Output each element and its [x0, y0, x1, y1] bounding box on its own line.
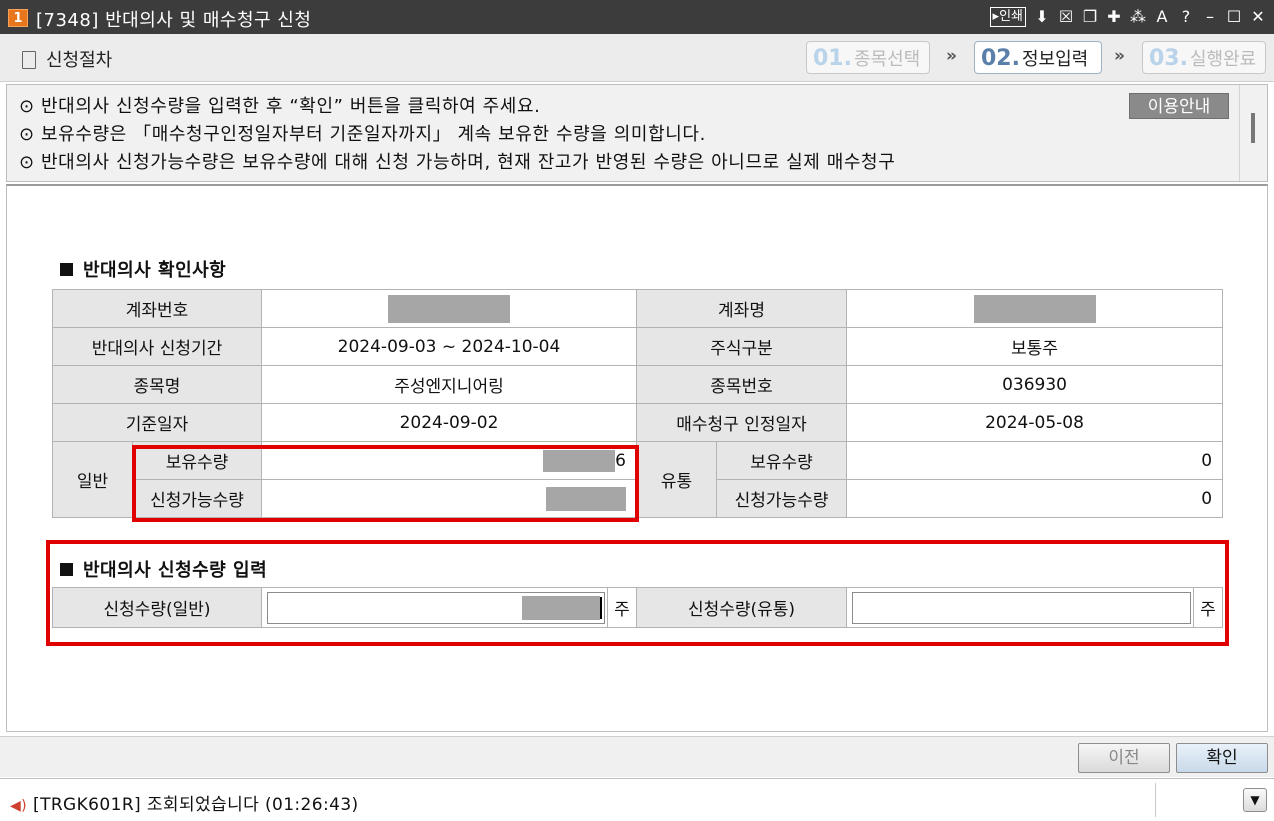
masked-value [973, 294, 1096, 323]
procedure-text: 신청절차 [46, 50, 113, 71]
settings-icon[interactable]: ⁂ [1130, 7, 1146, 27]
general-label: 일반 [52, 441, 133, 518]
circ-holding-label: 보유수량 [715, 441, 848, 480]
stock-type-value: 보통주 [846, 327, 1224, 366]
step-2-enter-info: 02. 정보입력 [974, 41, 1102, 74]
window-copy-icon[interactable]: ❐ [1082, 7, 1098, 27]
claim-date-value: 2024-05-08 [846, 403, 1224, 442]
speaker-icon: ◀) [10, 798, 28, 814]
base-date-value: 2024-09-02 [261, 403, 637, 442]
account-no-value [261, 289, 637, 328]
procedure-label: 신청절차 [22, 46, 112, 72]
notice-scrollbar[interactable] [1251, 113, 1255, 143]
step-bar: 신청절차 01. 종목선택 » 02. 정보입력 » 03. 실행완료 [0, 34, 1274, 82]
close-box-icon[interactable]: ☒ [1058, 7, 1074, 27]
circ-available-label: 신청가능수량 [715, 479, 848, 518]
window-number-badge: 1 [8, 9, 28, 27]
step-arrow-icon: » [946, 46, 957, 66]
step-3-complete: 03. 실행완료 [1142, 41, 1266, 74]
step-1-label: 종목선택 [853, 49, 921, 70]
step-2-number: 02. [981, 46, 1020, 71]
input-highlight-box [46, 540, 1229, 646]
notice-line: ⊙ 보유수량은 「매수청구인정일자부터 기준일자까지」 계속 보유한 수량을 의… [19, 124, 706, 145]
confirm-section-title-text: 반대의사 확인사항 [83, 260, 227, 281]
period-label: 반대의사 신청기간 [52, 327, 262, 366]
status-divider [1155, 783, 1156, 817]
title-bar: 1 [7348] 반대의사 및 매수청구 신청 ▸인쇄 ⬇ ☒ ❐ ✚ ⁂ A … [0, 0, 1274, 34]
download-icon[interactable]: ⬇ [1034, 7, 1050, 27]
item-name-value: 주성엔지니어링 [261, 365, 637, 404]
square-bullet-icon [60, 263, 73, 276]
close-icon[interactable]: ✕ [1250, 7, 1266, 27]
notice-line: ⊙ 반대의사 신청가능수량은 보유수량에 대해 신청 가능하며, 현재 잔고가 … [19, 152, 896, 173]
step-3-number: 03. [1149, 46, 1188, 71]
account-no-label: 계좌번호 [52, 289, 262, 328]
account-name-label: 계좌명 [635, 289, 848, 328]
claim-date-label: 매수청구 인정일자 [635, 403, 848, 442]
table-row: 종목명 주성엔지니어링 종목번호 036930 [52, 365, 1224, 404]
table-row: 반대의사 신청기간 2024-09-03 ~ 2024-10-04 주식구분 보… [52, 327, 1224, 366]
window-controls: ▸인쇄 ⬇ ☒ ❐ ✚ ⁂ A ? – ☐ ✕ [989, 7, 1266, 27]
account-name-value [846, 289, 1224, 328]
masked-value [388, 294, 510, 323]
step-2-label: 정보입력 [1021, 49, 1089, 70]
notice-panel: ⊙ 반대의사 신청수량을 입력한 후 “확인” 버튼을 클릭하여 주세요. ⊙ … [6, 84, 1268, 182]
item-code-value: 036930 [846, 365, 1224, 404]
prev-button[interactable]: 이전 [1078, 743, 1170, 773]
table-row: 계좌번호 계좌명 [52, 289, 1224, 328]
step-1-number: 01. [813, 46, 852, 71]
confirm-section-title: 반대의사 확인사항 [60, 256, 226, 282]
circ-holding-value: 0 [846, 441, 1224, 480]
notice-line: ⊙ 반대의사 신청수량을 입력한 후 “확인” 버튼을 클릭하여 주세요. [19, 96, 541, 117]
status-message: [TRGK601R] 조회되었습니다 (01:26:43) [33, 795, 359, 815]
status-message-wrap: ◀) [TRGK601R] 조회되었습니다 (01:26:43) [10, 790, 359, 815]
print-icon[interactable]: ▸인쇄 [989, 7, 1026, 27]
item-code-label: 종목번호 [635, 365, 848, 404]
status-bar: ◀) [TRGK601R] 조회되었습니다 (01:26:43) ▼ [0, 778, 1274, 821]
clipboard-icon [22, 51, 36, 69]
stock-type-label: 주식구분 [635, 327, 848, 366]
circ-available-value: 0 [846, 479, 1224, 518]
item-name-label: 종목명 [52, 365, 262, 404]
chevron-down-icon[interactable]: ▼ [1243, 788, 1267, 812]
notice-divider [1239, 85, 1240, 181]
base-date-label: 기준일자 [52, 403, 262, 442]
step-3-label: 실행완료 [1189, 49, 1257, 70]
table-row: 기준일자 2024-09-02 매수청구 인정일자 2024-05-08 [52, 403, 1224, 442]
pin-icon[interactable]: ✚ [1106, 7, 1122, 27]
step-arrow-icon: » [1114, 46, 1125, 66]
circulation-label: 유통 [636, 441, 717, 518]
maximize-icon[interactable]: ☐ [1226, 7, 1242, 27]
confirm-button[interactable]: 확인 [1176, 743, 1268, 773]
period-value: 2024-09-03 ~ 2024-10-04 [261, 327, 637, 366]
usage-guide-button[interactable]: 이용안내 [1129, 93, 1229, 119]
help-icon[interactable]: ? [1178, 7, 1194, 27]
minimize-icon[interactable]: – [1202, 7, 1218, 27]
font-size-icon[interactable]: A [1154, 7, 1170, 27]
window-title: [7348] 반대의사 및 매수청구 신청 [36, 10, 312, 31]
step-1-select-item: 01. 종목선택 [806, 41, 930, 74]
button-bar: 이전 확인 [0, 736, 1274, 777]
holding-highlight-box [132, 445, 639, 522]
